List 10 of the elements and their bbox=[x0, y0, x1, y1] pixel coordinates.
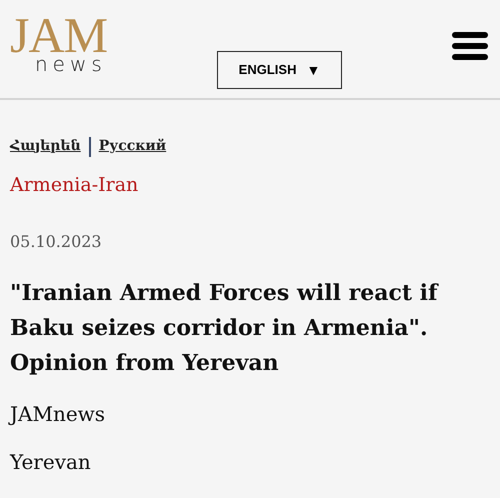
location-text: Yerevan bbox=[10, 448, 92, 476]
author-name: JAMnews bbox=[10, 400, 106, 428]
language-link[interactable]: Русский bbox=[98, 136, 166, 157]
menu-icon[interactable] bbox=[452, 32, 488, 60]
language-link[interactable]: Հայերեն bbox=[10, 136, 81, 157]
language-dropdown[interactable]: ENGLISH ▼ bbox=[217, 51, 342, 89]
category-link[interactable]: Armenia-Iran bbox=[10, 171, 490, 200]
article-title: "Iranian Armed Forces will react if Baku seizes corridor in Armenia". Opinion from Yerevan bbox=[10, 278, 440, 378]
logo-subtitle[interactable]: news bbox=[35, 54, 107, 74]
publish-date: 05.10.2023 bbox=[10, 230, 103, 252]
